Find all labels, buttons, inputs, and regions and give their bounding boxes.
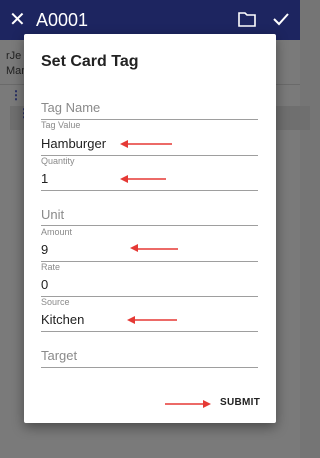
more-icon: ⋮: [10, 88, 22, 102]
field-underline: [41, 331, 258, 332]
set-card-tag-dialog: Set Card Tag Tag Name Tag Value Hamburge…: [24, 34, 276, 423]
background-text-2: Mar: [6, 65, 25, 77]
field-underline: [41, 367, 258, 368]
source-label: Source: [41, 297, 70, 307]
tag-name-field[interactable]: Tag Name: [41, 96, 258, 120]
tag-name-placeholder: Tag Name: [41, 100, 101, 115]
amount-label: Amount: [41, 227, 73, 237]
field-underline: [41, 190, 258, 191]
check-icon[interactable]: [272, 10, 290, 28]
dialog-title: Set Card Tag: [41, 53, 139, 70]
amount-input[interactable]: 9: [41, 242, 48, 257]
source-input[interactable]: Kitchen: [41, 312, 84, 327]
tag-value-label: Tag Value: [41, 120, 81, 130]
folder-icon[interactable]: [238, 11, 256, 27]
field-underline: [41, 225, 258, 226]
unit-field[interactable]: Unit: [41, 202, 258, 226]
target-field[interactable]: Target: [41, 343, 258, 368]
submit-button[interactable]: SUBMIT: [220, 397, 260, 408]
target-placeholder: Target: [41, 348, 78, 363]
quantity-input[interactable]: 1: [41, 171, 48, 186]
annotation-arrow-icon: [130, 244, 178, 252]
annotation-arrow-icon: [120, 140, 172, 148]
quantity-label: Quantity: [41, 156, 75, 166]
rate-label: Rate: [41, 262, 61, 272]
background-text-1: rJe: [6, 50, 22, 62]
app-title: A0001: [36, 10, 89, 30]
annotation-arrow-icon: [165, 400, 211, 408]
close-icon[interactable]: ✕: [9, 9, 27, 31]
rate-input[interactable]: 0: [41, 277, 48, 292]
rate-field[interactable]: Rate 0: [41, 262, 258, 297]
annotation-arrow-icon: [127, 316, 177, 324]
more-icon: ⋮: [18, 107, 30, 119]
annotation-arrow-icon: [120, 175, 166, 183]
unit-placeholder: Unit: [41, 207, 65, 222]
tag-value-input[interactable]: Hamburger: [41, 136, 106, 151]
